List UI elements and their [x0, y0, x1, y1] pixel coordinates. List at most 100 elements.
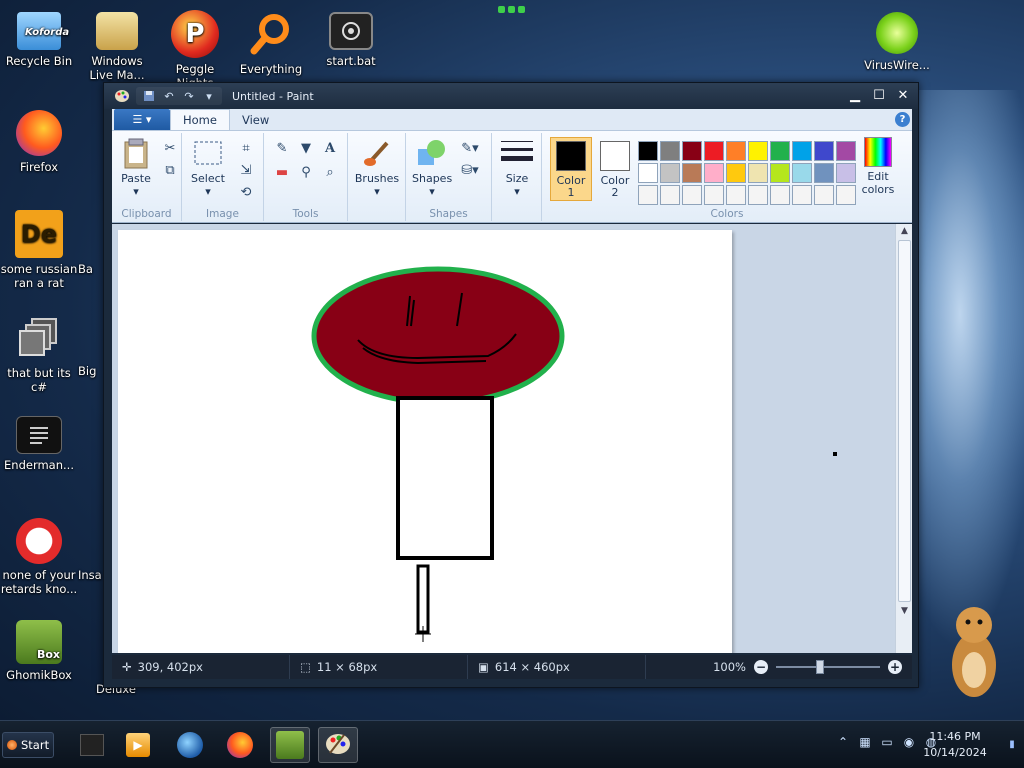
crop-icon[interactable]: ⌗	[236, 139, 256, 157]
taskbar-ie[interactable]	[170, 727, 210, 763]
save-icon[interactable]	[142, 89, 156, 103]
undo-icon[interactable]: ↶	[162, 89, 176, 103]
desktop-icon-everything[interactable]: Everything	[232, 10, 310, 76]
network-icon[interactable]: ▦	[858, 735, 872, 749]
minimize-button[interactable]: ▁	[848, 87, 862, 103]
palette-swatch[interactable]	[704, 141, 724, 161]
desktop-icon-recycle-bin[interactable]: Koforda Recycle Bin	[0, 12, 78, 68]
palette-swatch[interactable]	[836, 185, 856, 205]
shapes-button[interactable]: Shapes ▾	[412, 137, 452, 198]
palette-swatch[interactable]	[836, 163, 856, 183]
palette-swatch[interactable]	[814, 163, 834, 183]
palette-swatch[interactable]	[814, 141, 834, 161]
pencil-icon[interactable]: ✎	[272, 139, 292, 157]
paint-menu-button[interactable]: ☰ ▾	[114, 109, 170, 130]
palette-swatch[interactable]	[748, 163, 768, 183]
paint-app-icon[interactable]	[114, 89, 130, 103]
taskbar-media-player[interactable]: ▶	[118, 727, 158, 763]
desktop-icon-firefox[interactable]: Firefox	[0, 110, 78, 174]
palette-swatch[interactable]	[770, 163, 790, 183]
fill-icon[interactable]: ⛁▾	[460, 161, 480, 179]
help-button[interactable]: ?	[895, 112, 910, 127]
palette-swatch[interactable]	[682, 185, 702, 205]
color-picker-icon[interactable]: ⚲	[296, 163, 316, 181]
color1-button[interactable]: Color 1	[550, 137, 592, 201]
palette-swatch[interactable]	[682, 163, 702, 183]
desktop-icon-ghomikbox[interactable]: Box GhomikBox	[0, 620, 78, 682]
redo-icon[interactable]: ↷	[182, 89, 196, 103]
scroll-up-icon[interactable]: ▲	[896, 224, 913, 238]
drawing-canvas[interactable]	[118, 230, 732, 653]
paint-titlebar[interactable]: ↶ ↷ ▾ Untitled - Paint ▁ ☐ ✕	[104, 83, 918, 109]
palette-swatch[interactable]	[660, 163, 680, 183]
palette-swatch[interactable]	[660, 185, 680, 205]
desktop-icon-peggle[interactable]: P Peggle Nights	[156, 10, 234, 90]
palette-swatch[interactable]	[638, 185, 658, 205]
zoom-out-button[interactable]: −	[754, 660, 768, 674]
display-icon[interactable]: ▭	[880, 735, 894, 749]
paste-button[interactable]: Paste ▾	[118, 137, 154, 198]
palette-swatch[interactable]	[682, 141, 702, 161]
palette-swatch[interactable]	[638, 141, 658, 161]
palette-swatch[interactable]	[792, 185, 812, 205]
desktop-icon-viruswire[interactable]: VirusWire...	[858, 12, 936, 72]
paint-window[interactable]: ↶ ↷ ▾ Untitled - Paint ▁ ☐ ✕ ☰ ▾ Home Vi…	[103, 82, 919, 688]
palette-swatch[interactable]	[704, 163, 724, 183]
zoom-slider[interactable]	[776, 660, 880, 674]
speaker-icon[interactable]: ◉	[902, 735, 916, 749]
eraser-icon[interactable]: ▬	[272, 163, 292, 181]
desktop-icon-csharp[interactable]: that but its c#	[0, 314, 78, 394]
chevron-up-icon[interactable]: ⌃	[836, 735, 850, 749]
taskbar-terminal[interactable]	[72, 727, 112, 763]
desktop-icon-enderman[interactable]: Enderman...	[0, 416, 78, 472]
vertical-scrollbar[interactable]: ▲ ▼	[895, 224, 912, 653]
desktop-icon-start-bat[interactable]: start.bat	[312, 12, 390, 68]
palette-swatch[interactable]	[638, 163, 658, 183]
scroll-thumb[interactable]	[898, 240, 911, 602]
resize-icon[interactable]: ⇲	[236, 161, 256, 179]
zoom-slider-thumb[interactable]	[816, 660, 824, 674]
show-desktop-button[interactable]: ▮	[1004, 733, 1020, 755]
size-button[interactable]: Size ▾	[498, 137, 536, 198]
palette-swatch[interactable]	[814, 185, 834, 205]
palette-swatch[interactable]	[726, 163, 746, 183]
palette-swatch[interactable]	[660, 141, 680, 161]
palette-swatch[interactable]	[770, 185, 790, 205]
color2-button[interactable]: Color 2	[594, 137, 636, 201]
rotate-icon[interactable]: ⟲	[236, 183, 256, 201]
chevron-down-icon[interactable]: ▾	[202, 89, 216, 103]
close-button[interactable]: ✕	[896, 87, 910, 103]
scroll-down-icon[interactable]: ▼	[896, 604, 913, 618]
canvas-resize-handle[interactable]	[833, 452, 837, 456]
edit-colors-button[interactable]: Edit colors	[858, 137, 898, 196]
palette-swatch[interactable]	[836, 141, 856, 161]
tab-home[interactable]: Home	[170, 109, 230, 130]
desktop-icon-red-bird[interactable]: none of your retards kno...	[0, 518, 78, 596]
fill-bucket-icon[interactable]: ▼	[296, 139, 316, 157]
text-icon[interactable]: A	[320, 139, 340, 157]
zoom-in-button[interactable]: +	[888, 660, 902, 674]
outline-icon[interactable]: ✎▾	[460, 139, 480, 157]
copy-icon[interactable]: ⧉	[160, 161, 180, 179]
palette-swatch[interactable]	[726, 185, 746, 205]
palette-swatch[interactable]	[726, 141, 746, 161]
desktop-icon-windows-live-mail[interactable]: Windows Live Ma...	[78, 12, 156, 82]
taskbar-firefox[interactable]	[220, 727, 260, 763]
taskbar-ghomikbox[interactable]	[270, 727, 310, 763]
taskbar-paint[interactable]	[318, 727, 358, 763]
select-button[interactable]: Select ▾	[188, 137, 228, 198]
magnifier-icon[interactable]: ⌕	[320, 163, 340, 181]
palette-swatch[interactable]	[704, 185, 724, 205]
palette-swatch[interactable]	[792, 163, 812, 183]
tab-view[interactable]: View	[230, 109, 281, 130]
palette-swatch[interactable]	[748, 141, 768, 161]
cut-icon[interactable]: ✂	[160, 139, 180, 157]
maximize-button[interactable]: ☐	[872, 87, 886, 103]
desktop-icon-de-app[interactable]: De some russian ran a rat	[0, 210, 78, 290]
clock[interactable]: 11:46 PM 10/14/2024	[920, 729, 990, 761]
start-button[interactable]: Start	[2, 732, 54, 758]
palette-swatch[interactable]	[792, 141, 812, 161]
palette-swatch[interactable]	[748, 185, 768, 205]
palette-swatch[interactable]	[770, 141, 790, 161]
brushes-button[interactable]: Brushes ▾	[354, 137, 400, 198]
